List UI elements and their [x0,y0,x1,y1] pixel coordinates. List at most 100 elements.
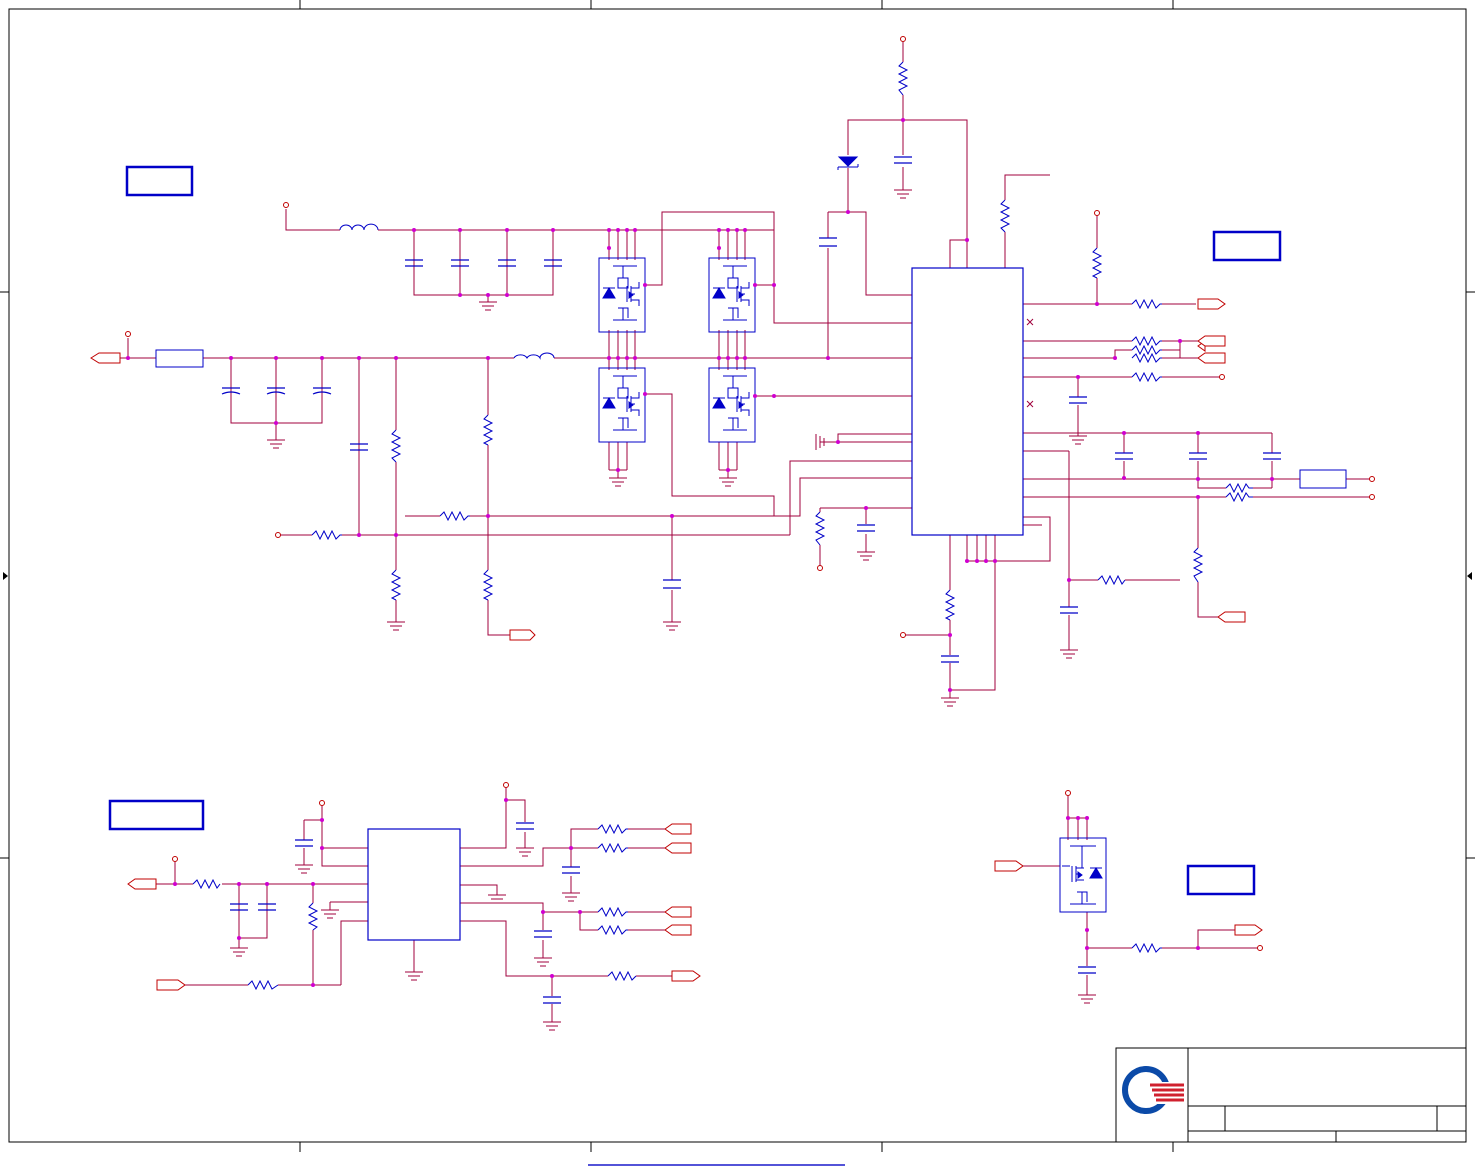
resistor-icon [1131,335,1162,347]
off-page-connector-icon[interactable] [1197,352,1226,364]
ferrite-bead-icon [155,349,204,368]
power-pin-icon [1094,210,1100,216]
resistor-icon [1192,547,1204,583]
resistor-icon [307,902,319,931]
off-page-connector-icon[interactable] [664,906,692,918]
power-pin-icon [900,36,906,42]
off-page-connector-icon[interactable] [127,878,157,890]
resistor-icon [999,199,1011,233]
resistor-icon [390,569,402,601]
resistor-icon [439,510,470,522]
off-page-connector-icon[interactable] [156,979,186,991]
ground-icon [941,697,959,707]
power-pin-icon [275,532,281,538]
capacitor-icon [663,579,681,589]
power-pin-icon [817,565,823,571]
power-pin-icon [1065,790,1071,796]
resistor-icon [1225,482,1253,494]
power-pin-icon [1369,494,1375,500]
resistor-icon [192,878,221,890]
off-page-connector-icon[interactable] [1217,611,1246,623]
capacitor-icon [1263,452,1281,460]
power-pin-icon [1369,476,1375,482]
resistor-icon [597,823,628,835]
ground-icon [609,477,627,487]
resistor-icon [897,61,909,96]
title-block [1115,1047,1467,1143]
off-page-connector-icon[interactable] [994,860,1024,872]
resistor-icon [1131,298,1162,310]
power-pin-icon [1219,374,1225,380]
resistor-icon [944,589,956,621]
capacitor-icon [516,822,534,830]
ground-icon [230,947,248,957]
block-label-bottom-left [108,799,205,831]
resistor-icon [247,979,279,991]
capacitor-icon [941,655,959,663]
inductor-icon [513,352,555,360]
off-page-connector-icon[interactable] [664,842,692,854]
resistor-icon [1131,352,1162,364]
ground-icon [516,847,534,857]
off-page-connector-icon[interactable] [1234,924,1263,936]
resistor-icon [1131,942,1162,954]
mosfets [598,257,1107,913]
capacitor-icon [819,237,837,247]
block-label-bottom-right [1186,864,1256,896]
capacitor-icon [1060,606,1078,614]
capacitor-icon [562,866,580,874]
ground-icon [1078,994,1096,1004]
mosfet-icon [708,367,756,443]
capacitor-icon [894,156,912,164]
power-pin-icon [900,632,906,638]
off-page-connector-icon[interactable] [664,924,692,936]
off-page-connector-icon[interactable] [90,352,121,364]
mosfet-icon [1059,837,1107,913]
power-pin-icon [1257,945,1263,951]
capacitor-icon [543,996,561,1004]
power-pin-icon [503,782,509,788]
ground-icon [479,301,497,311]
capacitor-icon [1069,396,1087,404]
off-page-connector-icon[interactable] [671,970,701,982]
power-pin-icon [125,331,131,337]
zone-arrow-left-icon [3,572,8,580]
inductor-icon [339,223,379,231]
off-page-connector-icon[interactable] [664,823,692,835]
ground-icon [894,189,912,199]
ground-icon [1060,649,1078,659]
power-pin-icon [283,202,289,208]
resistor-icon [482,414,494,446]
off-page-connector-icon[interactable] [1197,298,1226,310]
resistor-icon [814,511,826,546]
off-page-connector-icon[interactable] [509,629,536,641]
ground-icon [1069,435,1087,445]
mosfet-icon [598,367,646,443]
ground-icon [719,477,737,487]
power-pin-icon [319,800,325,806]
wires [120,42,1370,1022]
schematic-sheet [0,0,1475,1166]
ground-icon [534,957,552,967]
mosfet-icon [708,257,756,333]
ground-icon [295,864,313,874]
ground-icon [857,551,875,561]
capacitor-icon [1078,966,1096,974]
ground-icon [562,892,580,902]
block-label-top-left [125,165,194,197]
resistor-icon [607,970,637,982]
junctions [126,118,1274,987]
ground-icon [543,1021,561,1031]
quanta-logo [1122,1066,1186,1114]
resistor-icon [1225,491,1253,503]
ground-icon [387,621,405,631]
resistor-icon [1091,247,1103,279]
block-label-top-right [1212,230,1282,262]
resistor-icon [1131,344,1162,356]
sensor-ic [367,828,461,941]
ground-icon [321,909,339,919]
resistor-icon [390,429,402,463]
resistor-icon [597,924,628,936]
ground-icon [405,971,423,981]
off-page-connector-icon[interactable] [1197,335,1226,347]
